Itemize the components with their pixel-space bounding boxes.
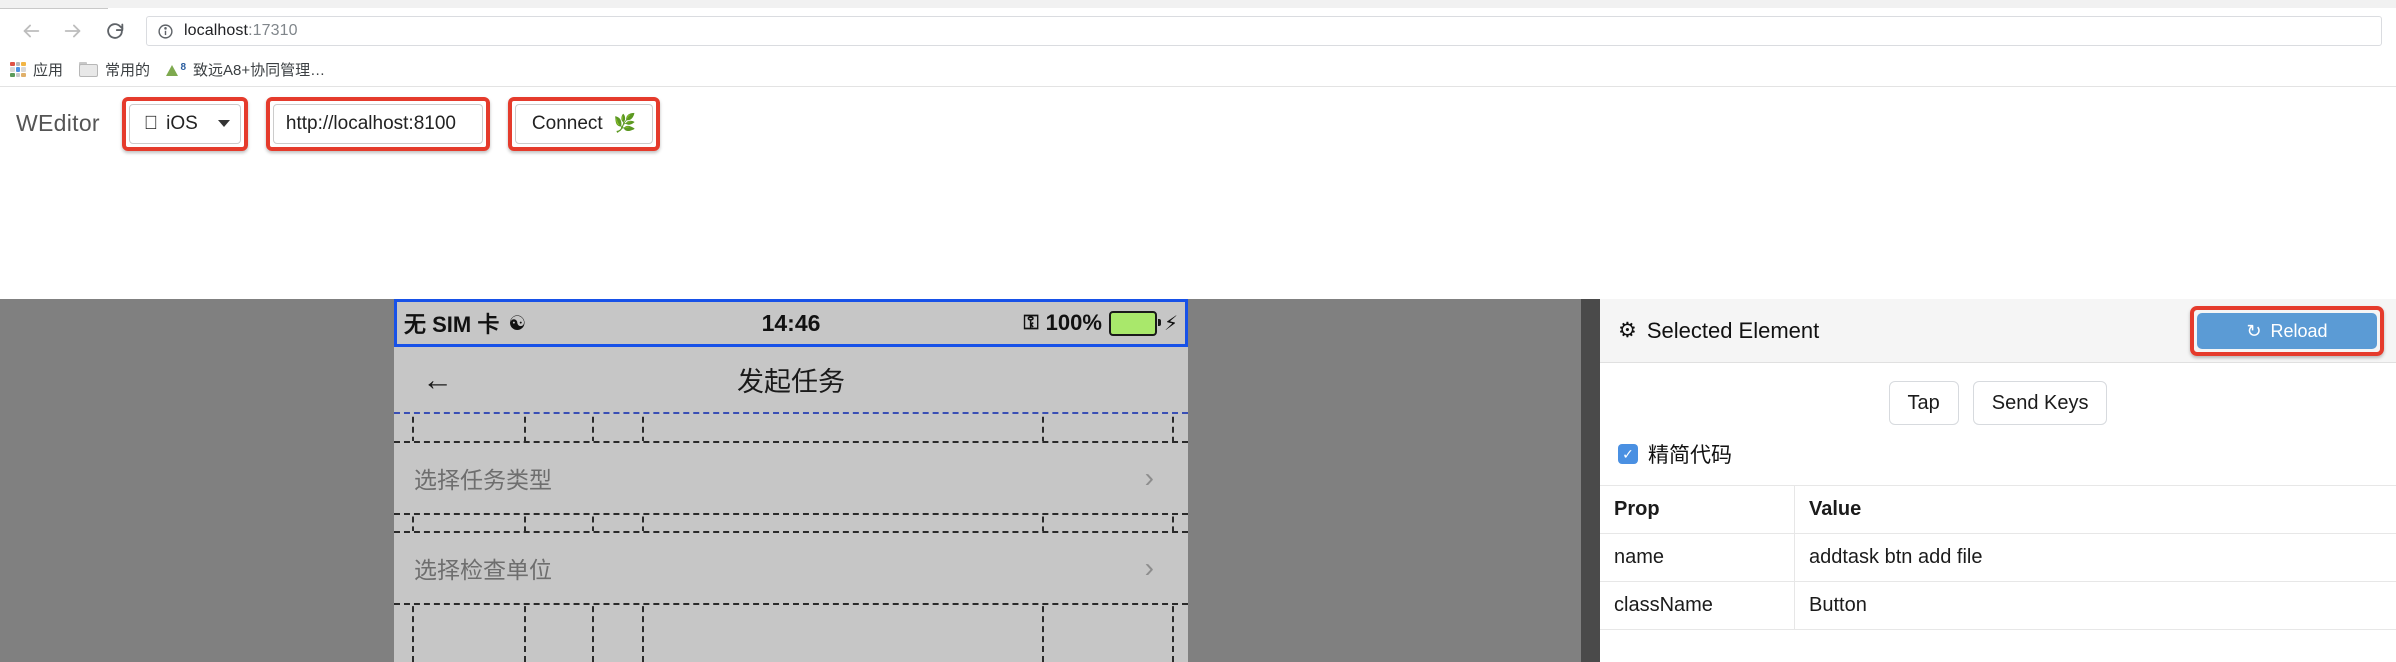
apple-icon:  <box>144 114 158 133</box>
browser-window: localhost:17310 应用 常用的 8 致远A8+协同管理… WEdi… <box>0 0 2396 662</box>
column-header-value: Value <box>1794 485 2396 534</box>
prop-cell: name <box>1600 533 1795 582</box>
chevron-right-icon: › <box>1144 462 1154 493</box>
forward-icon[interactable] <box>56 14 90 48</box>
device-row-inspect-unit[interactable]: 选择检查单位 › <box>394 531 1188 605</box>
connect-button-label: Connect <box>531 112 603 134</box>
simplify-code-checkbox-row[interactable]: ✓ 精简代码 <box>1600 425 2396 479</box>
panel-divider[interactable] <box>1581 299 1600 662</box>
reload-button-highlight: ↻ Reload <box>2190 306 2384 356</box>
device-url-input[interactable]: http://localhost:8100 <box>272 103 483 144</box>
panel-title: ⚙ Selected Element <box>1618 318 1819 344</box>
send-keys-button-label: Send Keys <box>1991 391 2089 414</box>
bookmark-folder[interactable]: 常用的 <box>79 59 150 80</box>
reload-button-label: Reload <box>2270 320 2328 341</box>
bookmark-apps[interactable]: 应用 <box>10 59 63 80</box>
folder-icon <box>79 62 99 77</box>
inspector-panel: ⚙ Selected Element ↻ Reload Tap Send Key… <box>1600 299 2396 662</box>
info-circle-icon[interactable] <box>157 23 174 40</box>
panel-title-label: Selected Element <box>1646 317 1820 343</box>
device-spacer <box>394 414 1188 443</box>
battery-percent: 100% <box>1045 310 1102 335</box>
prop-cell: className <box>1600 581 1795 630</box>
chevron-down-icon <box>217 120 230 127</box>
wifi-icon: ☯ <box>508 312 527 335</box>
bookmarks-bar: 应用 常用的 8 致远A8+协同管理… <box>0 53 2396 87</box>
url-text: localhost:17310 <box>184 22 298 40</box>
gear-icon: ⚙ <box>1618 319 1637 342</box>
device-nav-title: 发起任务 <box>737 367 845 397</box>
device-url-value: http://localhost:8100 <box>285 112 456 134</box>
tab-strip <box>0 0 2396 10</box>
a8-site-icon: 8 <box>166 62 186 77</box>
table-row[interactable]: name addtask btn add file <box>1600 533 2396 582</box>
carrier-label: 无 SIM 卡 <box>404 312 500 337</box>
url-port: :17310 <box>248 22 298 39</box>
bookmark-label: 常用的 <box>105 62 151 79</box>
connect-button[interactable]: Connect 🌿 <box>514 103 654 144</box>
row-label: 选择任务类型 <box>414 467 552 493</box>
bookmark-label: 应用 <box>33 62 64 79</box>
browser-toolbar: localhost:17310 <box>0 9 2396 53</box>
properties-table: Prop Value name addtask btn add file cla… <box>1600 485 2396 630</box>
url-input-highlight: http://localhost:8100 <box>265 96 490 151</box>
main-area: 无 SIM 卡 ☯ 14:46 ⚿ 100% ⚡ ← 发起任务 选择任务类型 › <box>0 299 2396 662</box>
panel-header: ⚙ Selected Element ↻ Reload <box>1600 299 2396 363</box>
device-row-task-type[interactable]: 选择任务类型 › <box>394 441 1188 515</box>
bookmark-label: 致远A8+协同管理… <box>193 62 326 79</box>
apps-grid-icon <box>10 61 26 78</box>
active-tab[interactable] <box>108 8 2396 10</box>
table-row[interactable]: className Button <box>1600 581 2396 630</box>
platform-select[interactable]:  iOS <box>128 103 241 144</box>
app-title: WEditor <box>16 110 100 136</box>
device-status-bar[interactable]: 无 SIM 卡 ☯ 14:46 ⚿ 100% ⚡ <box>394 299 1188 347</box>
row-label: 选择检查单位 <box>414 557 552 583</box>
device-screen[interactable]: 无 SIM 卡 ☯ 14:46 ⚿ 100% ⚡ ← 发起任务 选择任务类型 › <box>394 299 1188 662</box>
element-actions: Tap Send Keys <box>1600 363 2396 425</box>
battery-icon <box>1108 310 1161 336</box>
seedling-icon: 🌿 <box>613 113 637 133</box>
value-cell: Button <box>1794 581 2396 630</box>
checkbox-checked-icon[interactable]: ✓ <box>1618 444 1638 464</box>
weditor-header: WEditor  iOS http://localhost:8100 Conn… <box>0 87 2396 160</box>
value-cell: addtask btn add file <box>1794 533 2396 582</box>
refresh-icon: ↻ <box>2246 320 2262 341</box>
platform-select-value: iOS <box>151 112 198 134</box>
tap-button-label: Tap <box>1907 391 1940 414</box>
rotation-lock-icon: ⚿ <box>1023 311 1039 334</box>
back-icon[interactable] <box>14 14 48 48</box>
platform-select-highlight:  iOS <box>121 96 248 151</box>
tap-button[interactable]: Tap <box>1888 381 1959 425</box>
connect-button-highlight: Connect 🌿 <box>507 96 661 151</box>
table-header-row: Prop Value <box>1600 485 2396 534</box>
address-bar[interactable]: localhost:17310 <box>146 16 2382 46</box>
checkbox-label: 精简代码 <box>1648 444 1732 467</box>
reload-icon[interactable] <box>98 14 132 48</box>
url-host: localhost <box>184 22 249 39</box>
reload-button[interactable]: ↻ Reload <box>2197 313 2377 349</box>
chevron-right-icon: › <box>1144 552 1154 583</box>
send-keys-button[interactable]: Send Keys <box>1972 381 2108 425</box>
device-nav-bar[interactable]: ← 发起任务 <box>394 347 1188 414</box>
lightning-bolt-icon: ⚡ <box>1163 312 1178 335</box>
bookmark-a8[interactable]: 8 致远A8+协同管理… <box>166 59 325 80</box>
column-header-prop: Prop <box>1600 485 1795 534</box>
